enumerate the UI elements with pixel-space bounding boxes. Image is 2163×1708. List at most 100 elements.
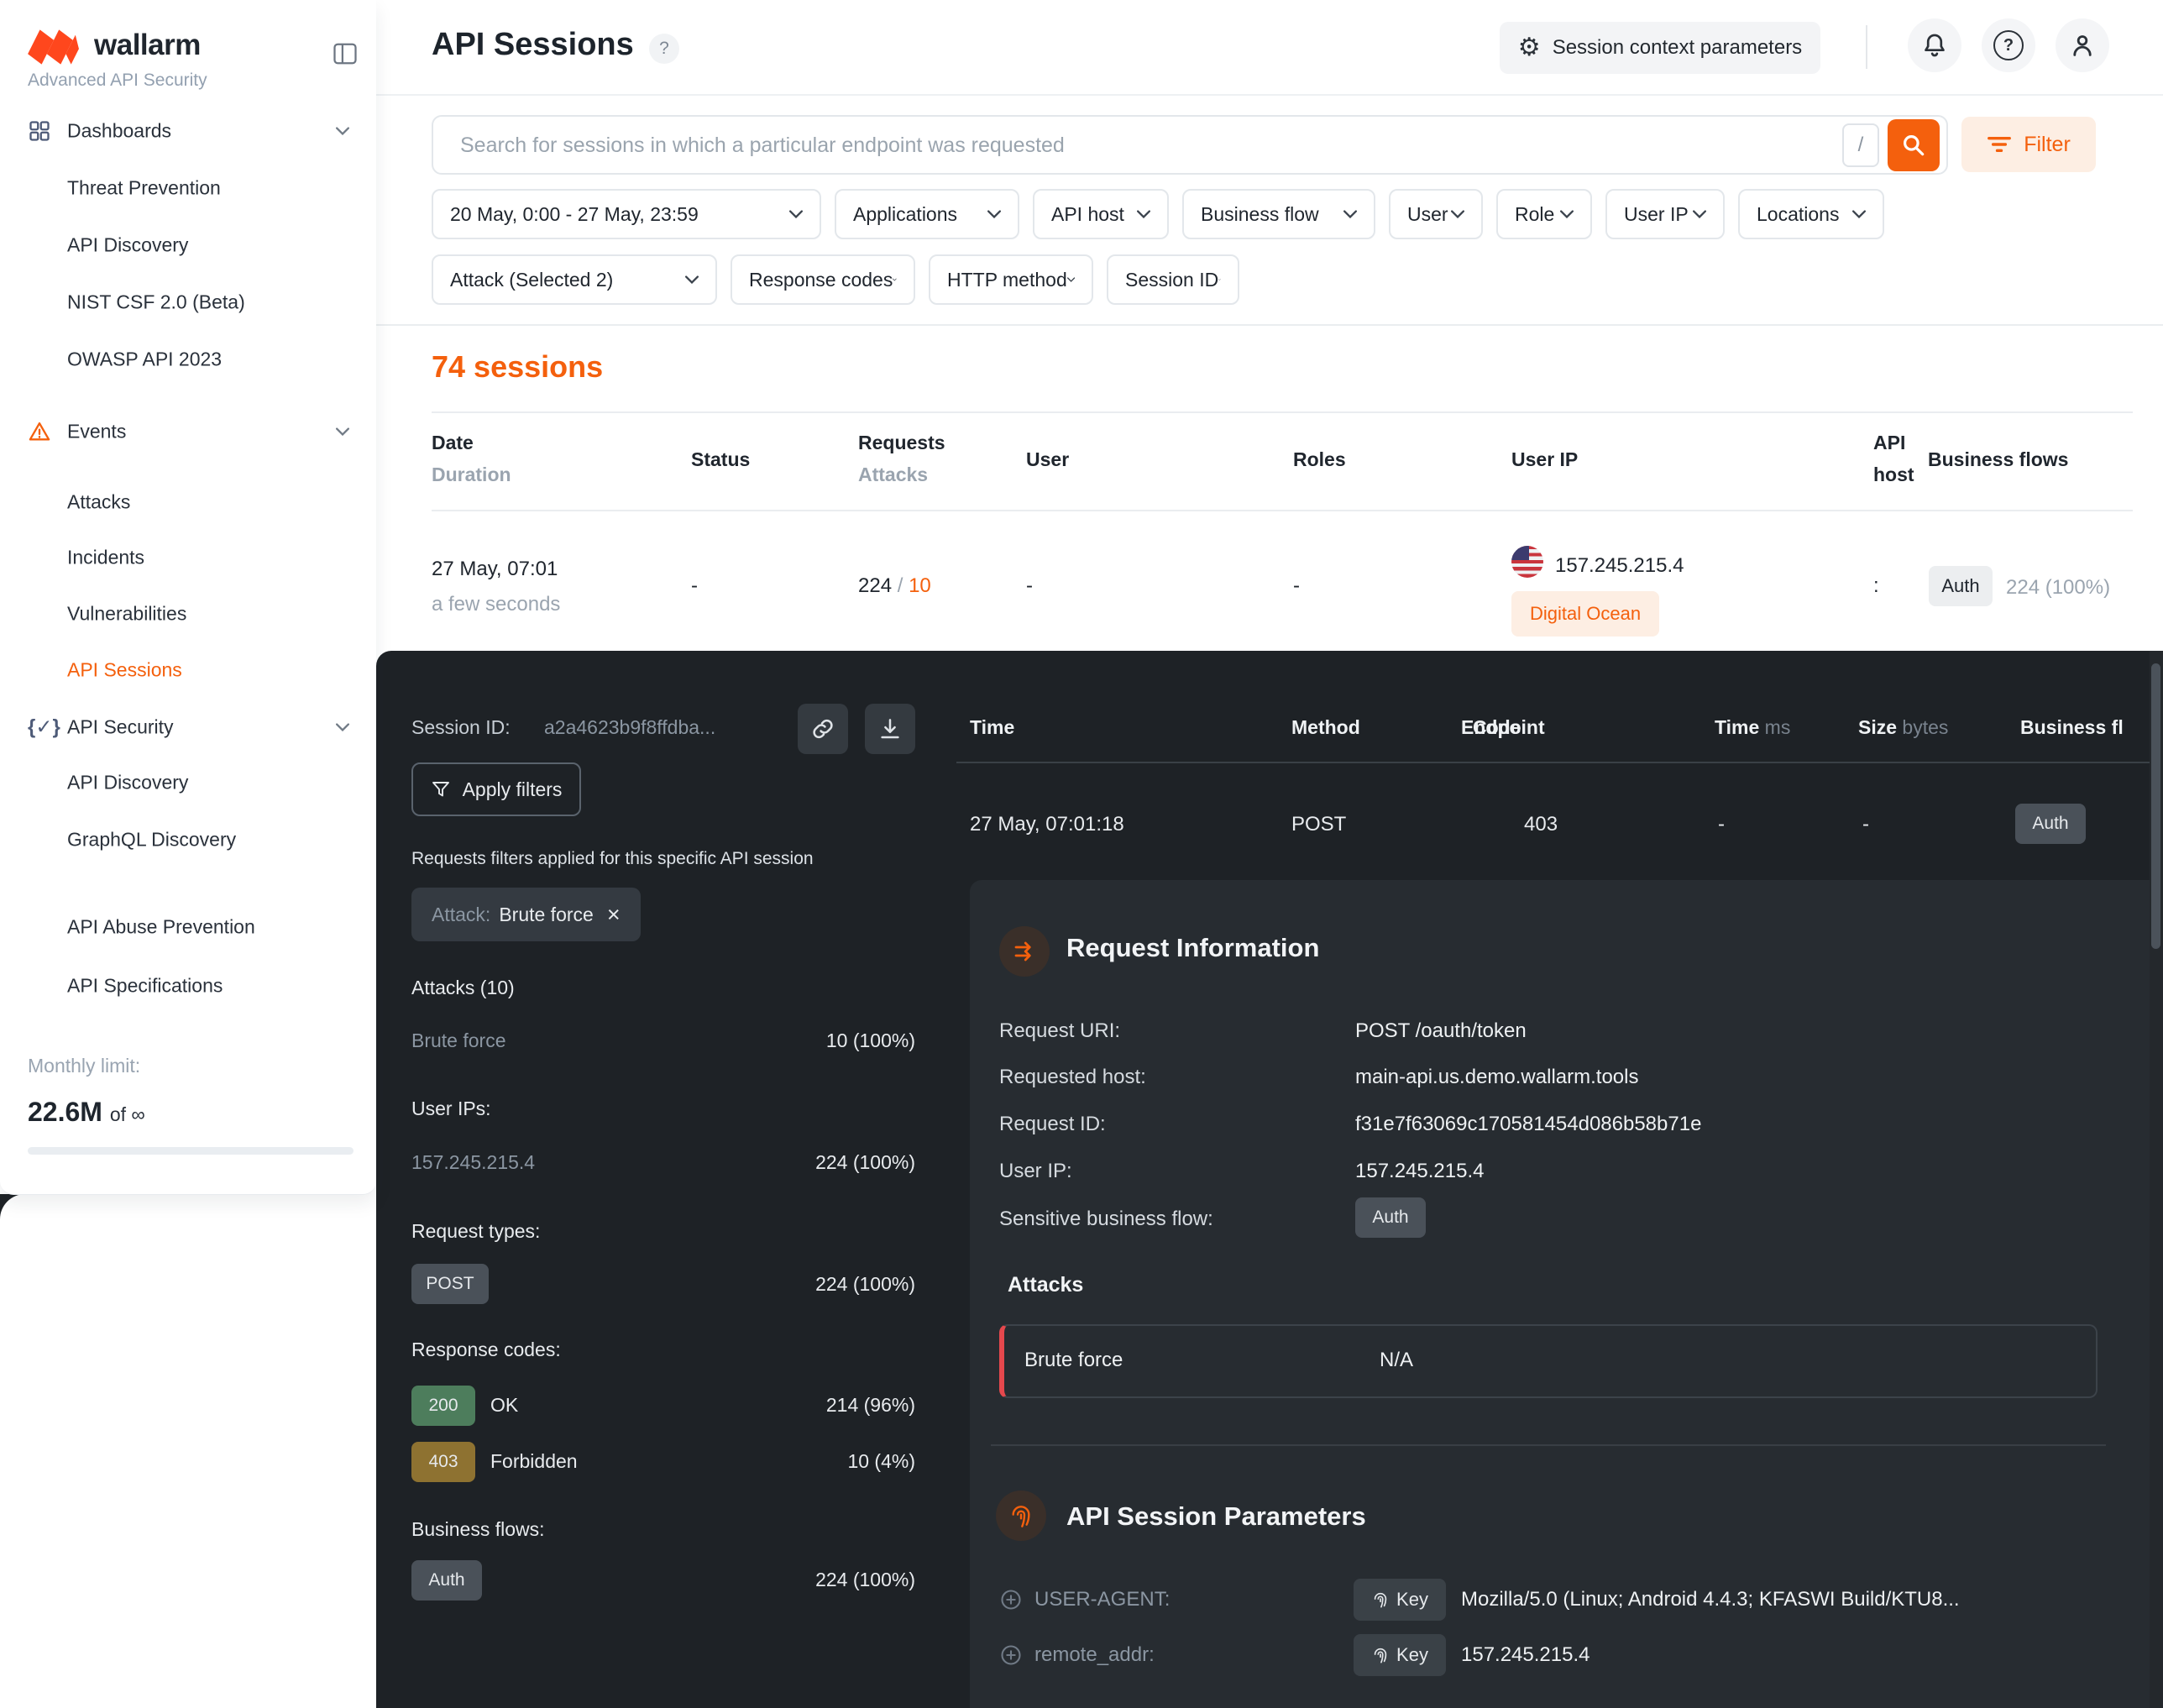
user-ip-stat[interactable]: 157.245.215.4 [411,1151,535,1174]
chip-label: Role [1515,203,1554,226]
requests-separator: / [898,574,903,597]
business-flow-badge[interactable]: Auth [1929,566,1993,606]
context-button-label: Session context parameters [1553,36,1802,60]
filter-chip-business-flow[interactable]: Business flow [1182,189,1375,239]
search-button[interactable] [1888,119,1940,171]
row-date: 27 May, 07:01 [432,558,558,581]
method-badge: POST [411,1264,489,1304]
business-flow-stat-value: 224 (100%) [815,1569,915,1591]
filter-chip-user[interactable]: User [1389,189,1483,239]
param-1-label: USER-AGENT: [1034,1588,1170,1611]
sidebar-item-vulnerabilities[interactable]: Vulnerabilities [0,594,376,634]
req-code: 403 [1524,813,1558,836]
attack-stat-name[interactable]: Brute force [411,1030,506,1052]
dt-col-method: Method [1291,716,1360,739]
dt-col-time: Time [970,716,1014,739]
apply-filters-button[interactable]: Apply filters [411,762,581,816]
attack-row[interactable]: Brute force N/A [999,1324,2098,1398]
funnel-icon [431,779,451,799]
sidebar-item-api-specifications[interactable]: API Specifications [0,966,376,1006]
sidebar-item-api-security[interactable]: {✓} API Security [0,707,376,747]
chip-label: Locations [1757,203,1839,226]
chevron-down-icon [1852,210,1866,218]
filter-chip-locations[interactable]: Locations [1738,189,1884,239]
gear-icon: ⚙ [1518,35,1541,60]
sidebar-item-owasp-api[interactable]: OWASP API 2023 [0,339,376,380]
help-button[interactable]: ? [1982,18,2035,72]
copy-link-button[interactable] [798,704,848,754]
sidebar-item-dashboards[interactable]: Dashboards [0,111,376,151]
notifications-button[interactable] [1908,18,1961,72]
us-flag-icon [1511,546,1543,578]
card-divider [991,1444,2106,1446]
filter-lines-icon [1987,135,2012,154]
chip-label: Response codes [749,269,893,291]
chip-label: HTTP method [947,269,1067,291]
close-icon[interactable]: × [607,902,621,928]
chevron-down-icon [987,210,1001,218]
param-2-key-chip[interactable]: Key [1354,1634,1446,1676]
sidebar-item-nist-csf[interactable]: NIST CSF 2.0 (Beta) [0,282,376,322]
col-date: Date [432,432,474,454]
sidebar-item-api-discovery[interactable]: API Discovery [0,225,376,265]
plus-circle-icon[interactable] [999,1643,1023,1667]
filter-chip-http-method[interactable]: HTTP method [929,254,1093,305]
search-bar [432,115,1948,175]
filter-chip-response-codes[interactable]: Response codes [731,254,915,305]
filter-chip-applications[interactable]: Applications [835,189,1019,239]
chip-label: User [1407,203,1448,226]
session-id-value[interactable]: a2a4623b9f8ffdba... [544,716,715,739]
collapse-sidebar-icon[interactable] [333,42,358,65]
drawer-scrollbar-thumb[interactable] [2151,663,2160,949]
download-button[interactable] [865,704,915,754]
param-1-key-chip[interactable]: Key [1354,1579,1446,1621]
row-user-ip[interactable]: 157.245.215.4 [1555,554,1684,578]
filter-chip-date-range[interactable]: 20 May, 0:00 - 27 May, 23:59 [432,189,821,239]
col-duration: Duration [432,464,511,486]
filter-button[interactable]: Filter [1961,117,2096,172]
search-input[interactable] [458,120,1822,170]
sidebar-item-graphql-discovery[interactable]: GraphQL Discovery [0,820,376,860]
req-business-flow-badge: Auth [2015,804,2086,844]
col-attacks: Attacks [858,464,928,486]
sidebar-item-events[interactable]: Events [0,411,376,452]
sensitive-flow-badge: Auth [1355,1197,1426,1238]
filter-chip-user-ip[interactable]: User IP [1605,189,1725,239]
sidebar-item-threat-prevention[interactable]: Threat Prevention [0,168,376,208]
col-status: Status [691,448,750,471]
chip-label: User IP [1624,203,1689,226]
sidebar-item-api-abuse-prevention[interactable]: API Abuse Prevention [0,907,376,947]
section-divider [376,324,2163,326]
sidebar-item-incidents[interactable]: Incidents [0,537,376,578]
chevron-down-icon [685,275,699,284]
sidebar-item-api-sessions[interactable]: API Sessions [0,650,376,690]
filter-chip-role[interactable]: Role [1496,189,1592,239]
plus-circle-icon[interactable] [999,1588,1023,1611]
attack-filter-chip[interactable]: Attack: Brute force × [411,888,641,941]
page-help-icon[interactable]: ? [649,34,679,64]
host-label: Requested host: [999,1066,1146,1089]
header-divider [1866,25,1867,69]
filter-chip-attack[interactable]: Attack (Selected 2) [432,254,717,305]
logo-text: wallarm [94,29,201,62]
account-button[interactable] [2056,18,2109,72]
session-context-parameters-button[interactable]: ⚙ Session context parameters [1500,22,1820,74]
provider-badge[interactable]: Digital Ocean [1511,591,1659,637]
filters-note: Requests filters applied for this specif… [411,849,814,869]
business-flow-value: 224 (100%) [2006,576,2110,600]
user-ips-title: User IPs: [411,1098,491,1120]
session-row[interactable]: 27 May, 07:01 a few seconds - 224 / 10 -… [376,514,2163,655]
search-shortcut-hint: / [1842,123,1879,167]
code-200-label: OK [490,1394,518,1417]
row-user: - [1026,574,1033,598]
dt-col-size: Size bytes [1858,716,1948,739]
sidebar-item-api-discovery-2[interactable]: API Discovery [0,762,376,803]
filter-chip-session-id[interactable]: Session ID [1107,254,1239,305]
code-403-value: 10 (4%) [847,1450,915,1473]
sidebar-item-attacks[interactable]: Attacks [0,482,376,522]
filter-chip-api-host[interactable]: API host [1033,189,1169,239]
dt-header-divider [956,762,2150,763]
code-200-value: 214 (96%) [826,1394,915,1417]
download-icon [877,716,903,741]
request-row[interactable]: 27 May, 07:01:18 POST 403 - - Auth [960,790,2152,859]
